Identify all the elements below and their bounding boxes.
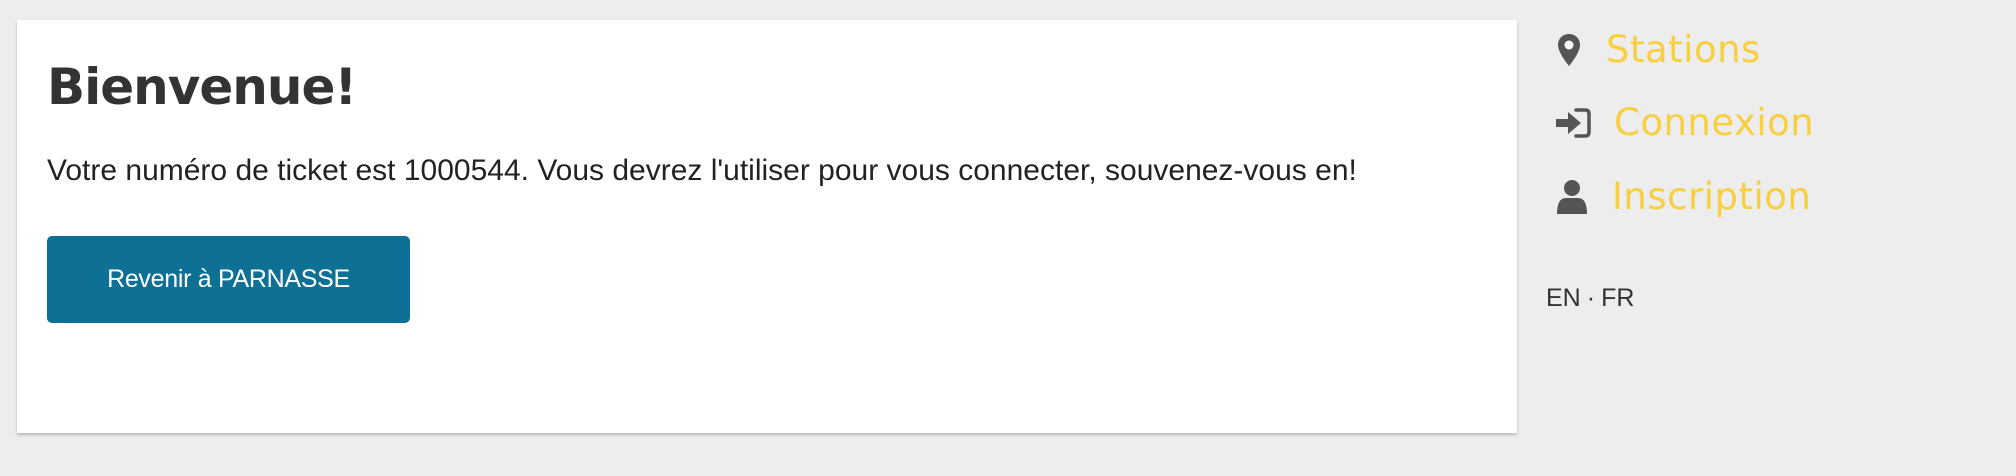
sidebar-link-label: Connexion — [1614, 101, 1815, 144]
language-en-link[interactable]: EN — [1546, 284, 1581, 312]
language-separator: · — [1586, 284, 1596, 312]
sidebar-link-connexion[interactable]: Connexion — [1554, 101, 1814, 144]
language-switcher: EN · FR — [1546, 284, 1634, 313]
sidebar-link-inscription[interactable]: Inscription — [1554, 175, 1811, 218]
sign-in-icon — [1554, 107, 1592, 139]
map-marker-icon — [1554, 33, 1584, 67]
sidebar-link-label: Stations — [1606, 28, 1761, 71]
back-to-parnasse-button[interactable]: Revenir à PARNASSE — [47, 236, 410, 323]
sidebar-link-stations[interactable]: Stations — [1554, 28, 1761, 71]
language-fr-link[interactable]: FR — [1601, 284, 1634, 312]
welcome-card: Bienvenue! Votre numéro de ticket est 10… — [17, 20, 1517, 433]
user-icon — [1554, 179, 1590, 215]
sidebar-link-label: Inscription — [1612, 175, 1812, 218]
ticket-message: Votre numéro de ticket est 1000544. Vous… — [47, 154, 1357, 187]
page-title: Bienvenue! — [47, 58, 357, 116]
